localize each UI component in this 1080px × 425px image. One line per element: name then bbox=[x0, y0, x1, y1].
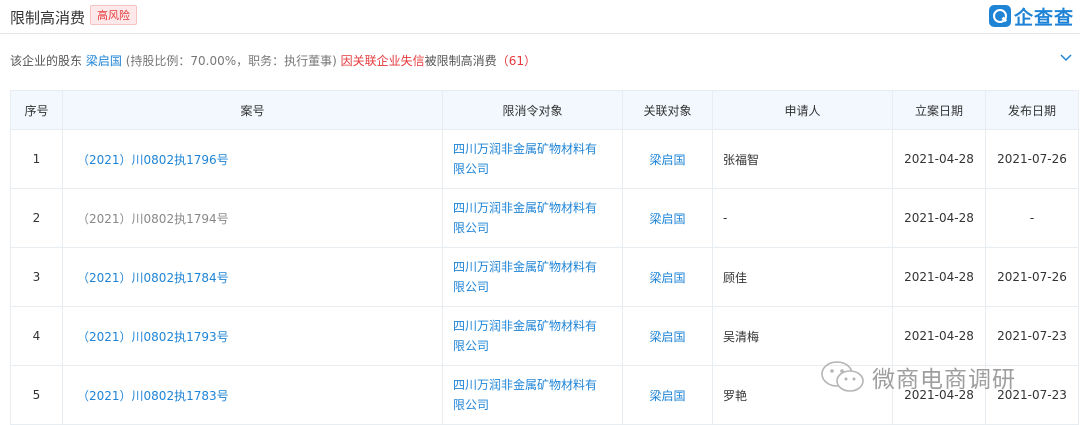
target-line-2: 限公司 bbox=[453, 280, 490, 294]
related-person-link[interactable]: 梁启国 bbox=[622, 365, 713, 425]
section-header: 限制高消费 高风险 企查查 bbox=[0, 0, 1080, 34]
col-header-target: 限消令对象 bbox=[442, 90, 623, 130]
col-header-applicant: 申请人 bbox=[712, 90, 893, 130]
section-title: 限制高消费 bbox=[10, 9, 86, 27]
qichacha-logo[interactable]: 企查查 bbox=[988, 3, 1074, 29]
filed-date: 2021-04-28 bbox=[892, 306, 986, 366]
count-open: （ bbox=[496, 54, 509, 68]
watermark: 微商电商调研 bbox=[820, 360, 1016, 394]
reason-text: 因关联企业失信 bbox=[340, 54, 425, 68]
target-line-2: 限公司 bbox=[453, 162, 490, 176]
table-row: 3 （2021）川0802执1784号 四川万润非金属矿物材料有 限公司 梁启国 … bbox=[10, 247, 1079, 307]
filed-date: 2021-04-28 bbox=[892, 129, 986, 189]
summary-prefix: 该企业的股东 bbox=[10, 54, 83, 68]
risk-badge: 高风险 bbox=[90, 5, 137, 25]
target-company-link[interactable]: 四川万润非金属矿物材料有 限公司 bbox=[442, 365, 623, 425]
target-line-1: 四川万润非金属矿物材料有 bbox=[453, 319, 598, 333]
target-company-link[interactable]: 四川万润非金属矿物材料有 限公司 bbox=[442, 247, 623, 307]
published-date: 2021-07-26 bbox=[985, 247, 1079, 307]
target-line-1: 四川万润非金属矿物材料有 bbox=[453, 260, 598, 274]
target-company-link[interactable]: 四川万润非金属矿物材料有 限公司 bbox=[442, 306, 623, 366]
case-number: （2021）川0802执1794号 bbox=[62, 188, 443, 248]
col-header-filed-date[interactable]: 立案日期 bbox=[892, 90, 986, 130]
shareholder-detail: (持股比例：70.00%，职务：执行董事) bbox=[125, 54, 337, 68]
target-line-2: 限公司 bbox=[453, 339, 490, 353]
case-number-link[interactable]: （2021）川0802执1784号 bbox=[62, 247, 443, 307]
published-date: - bbox=[985, 188, 1079, 248]
count-close: ） bbox=[523, 54, 536, 68]
row-index: 4 bbox=[10, 306, 63, 366]
filed-date: 2021-04-28 bbox=[892, 247, 986, 307]
target-line-1: 四川万润非金属矿物材料有 bbox=[453, 378, 598, 392]
target-line-1: 四川万润非金属矿物材料有 bbox=[453, 142, 598, 156]
col-header-published-date[interactable]: 发布日期 bbox=[985, 90, 1079, 130]
applicant: 吴清梅 bbox=[712, 306, 893, 366]
chevron-down-icon[interactable] bbox=[1060, 51, 1072, 63]
table-row: 2 （2021）川0802执1794号 四川万润非金属矿物材料有 限公司 梁启国 … bbox=[10, 188, 1079, 248]
summary-line: 该企业的股东 梁启国 (持股比例：70.00%，职务：执行董事) 因关联企业失信… bbox=[10, 52, 536, 69]
applicant: - bbox=[712, 188, 893, 248]
col-header-related: 关联对象 bbox=[622, 90, 713, 130]
target-company-link[interactable]: 四川万润非金属矿物材料有 限公司 bbox=[442, 188, 623, 248]
col-header-case[interactable]: 案号 bbox=[62, 90, 443, 130]
table-row: 1 （2021）川0802执1796号 四川万润非金属矿物材料有 限公司 梁启国 … bbox=[10, 129, 1079, 189]
shareholder-link[interactable]: 梁启国 bbox=[86, 54, 122, 68]
row-index: 3 bbox=[10, 247, 63, 307]
magnifier-logo-icon bbox=[988, 5, 1011, 27]
row-index: 2 bbox=[10, 188, 63, 248]
target-line-2: 限公司 bbox=[453, 221, 490, 235]
applicant: 张福智 bbox=[712, 129, 893, 189]
filed-date: 2021-04-28 bbox=[892, 188, 986, 248]
col-header-index: 序号 bbox=[10, 90, 63, 130]
related-person-link[interactable]: 梁启国 bbox=[622, 306, 713, 366]
target-line-2: 限公司 bbox=[453, 398, 490, 412]
record-count: 61 bbox=[508, 54, 524, 68]
related-person-link[interactable]: 梁启国 bbox=[622, 247, 713, 307]
applicant: 顾佳 bbox=[712, 247, 893, 307]
row-index: 5 bbox=[10, 365, 63, 425]
table-header-row: 序号 案号 限消令对象 关联对象 申请人 立案日期 发布日期 bbox=[10, 90, 1079, 130]
published-date: 2021-07-26 bbox=[985, 129, 1079, 189]
summary-suffix: 被限制高消费 bbox=[424, 54, 497, 68]
related-person-link[interactable]: 梁启国 bbox=[622, 188, 713, 248]
wechat-icon bbox=[821, 361, 864, 392]
related-person-link[interactable]: 梁启国 bbox=[622, 129, 713, 189]
case-number-link[interactable]: （2021）川0802执1793号 bbox=[62, 306, 443, 366]
logo-text: 企查查 bbox=[1013, 6, 1074, 29]
row-index: 1 bbox=[10, 129, 63, 189]
target-line-1: 四川万润非金属矿物材料有 bbox=[453, 201, 598, 215]
case-number-link[interactable]: （2021）川0802执1796号 bbox=[62, 129, 443, 189]
table-row: 4 （2021）川0802执1793号 四川万润非金属矿物材料有 限公司 梁启国 … bbox=[10, 306, 1079, 366]
watermark-text: 微商电商调研 bbox=[872, 367, 1016, 393]
published-date: 2021-07-23 bbox=[985, 306, 1079, 366]
target-company-link[interactable]: 四川万润非金属矿物材料有 限公司 bbox=[442, 129, 623, 189]
case-number-link[interactable]: （2021）川0802执1783号 bbox=[62, 365, 443, 425]
